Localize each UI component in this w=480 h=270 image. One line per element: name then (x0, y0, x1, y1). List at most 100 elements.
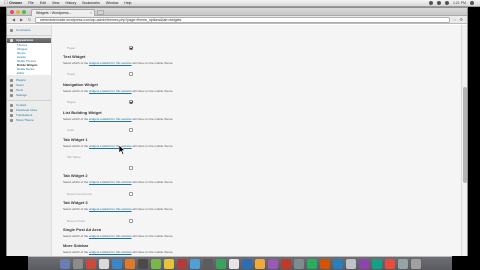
widget-field: Recent Comments (67, 192, 92, 196)
widget-enable-checkbox[interactable] (129, 100, 133, 104)
menu-view[interactable]: View (52, 0, 60, 6)
widget-enable-checkbox[interactable] (129, 72, 133, 76)
app-icon[interactable] (306, 259, 317, 269)
widget-enable-checkbox[interactable] (129, 128, 133, 132)
widget-title: List Building Widget (63, 110, 102, 115)
menu-bookmarks[interactable]: Bookmarks (82, 0, 100, 6)
app-icon[interactable] (124, 259, 135, 269)
trash-icon[interactable] (410, 259, 421, 269)
app-icon[interactable] (215, 259, 226, 269)
app-icon[interactable] (137, 259, 148, 269)
battery-icon[interactable] (444, 1, 449, 5)
widget-description: Select which of the widgets enabled for … (63, 180, 174, 184)
widgets-enabled-link[interactable]: widgets enabled for this website (89, 207, 132, 211)
menu-history[interactable]: History (65, 0, 76, 6)
browser-tab[interactable]: Widgets ‹ Wordpress... × (31, 9, 95, 16)
appearance-icon (10, 39, 13, 42)
wifi-icon[interactable] (428, 1, 433, 5)
mobile-widgets-panel: Tweet Text Widget Select which of the wi… (57, 25, 467, 256)
mac-menubar:  Chrome File Edit View History Bookmark… (0, 0, 480, 7)
page-scrollbar[interactable] (461, 25, 467, 256)
widget-enable-checkbox[interactable] (129, 219, 133, 223)
contact-icon (10, 104, 13, 107)
app-icon[interactable] (163, 259, 174, 269)
safari-icon[interactable] (111, 259, 122, 269)
menu-file[interactable]: File (28, 0, 34, 6)
app-icon[interactable] (345, 259, 356, 269)
app-icon[interactable] (280, 259, 291, 269)
sidebar-item-appearance[interactable]: Appearance (7, 38, 51, 43)
bookmark-star-icon[interactable]: ☆ (453, 17, 457, 22)
new-tab-button[interactable] (97, 10, 104, 15)
app-icon[interactable] (397, 259, 408, 269)
widgets-enabled-link[interactable]: widgets enabled for this website (89, 89, 132, 93)
app-icon[interactable] (176, 259, 187, 269)
widgets-enabled-link[interactable]: widgets enabled for this website (89, 234, 132, 238)
sidebar-item-label: Contact (16, 103, 27, 107)
scrollbar-thumb[interactable] (463, 87, 467, 183)
forward-arrow-icon[interactable]: ▶ (19, 17, 24, 22)
app-icon[interactable] (293, 259, 304, 269)
widget-title: More Sidebar (63, 243, 89, 248)
widget-description: Select which of the widgets enabled for … (63, 117, 174, 121)
spotlight-search-icon[interactable] (470, 1, 474, 5)
sidebar-item-show-theme[interactable]: Show Theme (7, 118, 51, 123)
launchpad-icon[interactable] (72, 259, 83, 269)
reload-icon[interactable]: ↻ (27, 17, 32, 22)
show-theme-icon (10, 119, 13, 122)
widgets-enabled-link[interactable]: widgets enabled for this website (89, 61, 132, 65)
sidebar-item-label: Appearance (16, 38, 34, 42)
menubar-clock[interactable]: 1:21 PM (453, 1, 466, 5)
page-viewport: Comments Appearance Themes Widgets Menus… (7, 25, 467, 256)
app-icon[interactable] (358, 259, 369, 269)
close-tab-icon[interactable]: × (90, 10, 92, 16)
app-icon[interactable] (319, 259, 330, 269)
app-icon[interactable] (384, 259, 395, 269)
app-icon[interactable] (202, 259, 213, 269)
widget-title: Tab Widget 1 (63, 137, 88, 142)
app-icon[interactable] (267, 259, 278, 269)
address-toolbar: ◀ ▶ ↻ webmasterinsite.wordpress.com/wp-a… (7, 16, 467, 24)
widget-field: Pages (67, 100, 76, 104)
widgets-enabled-link[interactable]: widgets enabled for this website (89, 180, 132, 184)
widget-title: Single Post Ad Area (63, 227, 101, 232)
facebook-icon (10, 109, 13, 112)
address-bar[interactable]: webmasterinsite.wordpress.com/wp-admin/t… (35, 16, 450, 23)
app-icon[interactable] (241, 259, 252, 269)
chrome-icon[interactable] (254, 259, 265, 269)
menu-window[interactable]: Window (106, 0, 118, 6)
close-window-icon[interactable] (10, 10, 14, 14)
menu-edit[interactable]: Edit (40, 0, 46, 6)
app-icon[interactable] (85, 259, 96, 269)
sidebar-separator (7, 35, 51, 36)
app-icon[interactable] (189, 259, 200, 269)
sidebar-item-label: Settings (16, 93, 27, 97)
back-arrow-icon[interactable]: ◀ (11, 17, 16, 22)
sidebar-item-label: Users (16, 83, 24, 87)
widget-description: Select which of the widgets enabled for … (63, 89, 174, 93)
app-icon[interactable] (150, 259, 161, 269)
app-icon[interactable] (332, 259, 343, 269)
widget-enable-checkbox[interactable] (129, 192, 133, 196)
translations-icon (10, 114, 13, 117)
menu-help[interactable]: Help (124, 0, 131, 6)
volume-icon[interactable] (436, 1, 441, 5)
tab-bar: Widgets ‹ Wordpress... × (7, 8, 467, 16)
app-icon[interactable] (228, 259, 239, 269)
sidebar-item-label: Facebook Likes (16, 108, 38, 112)
sidebar-item-settings[interactable]: Settings (7, 93, 51, 98)
minimize-window-icon[interactable] (16, 10, 20, 14)
zoom-window-icon[interactable] (22, 10, 26, 14)
widgets-enabled-link[interactable]: widgets enabled for this website (89, 117, 132, 121)
app-icon[interactable] (98, 259, 109, 269)
app-icon[interactable] (371, 259, 382, 269)
sidebar-item-comments[interactable]: Comments (7, 28, 51, 33)
widget-enable-checkbox[interactable] (129, 166, 133, 170)
widget-enable-checkbox[interactable] (129, 46, 133, 50)
finder-icon[interactable] (59, 259, 70, 269)
tools-icon (10, 89, 13, 92)
widgets-enabled-link[interactable]: widgets enabled for this website (89, 250, 132, 254)
wrench-menu-icon[interactable]: ⚙ (459, 17, 463, 22)
menu-app-name[interactable]: Chrome (9, 0, 22, 6)
sidebar-item-label: Translations (16, 113, 33, 117)
